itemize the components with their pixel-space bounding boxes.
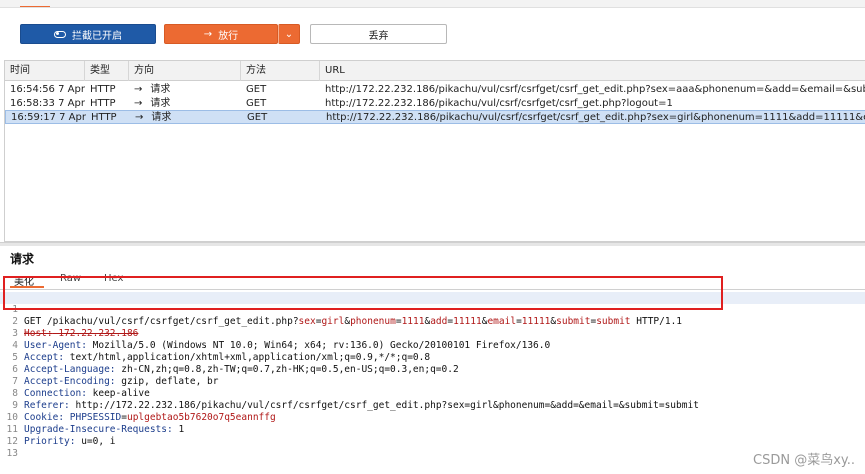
empty-line[interactable]: 13 <box>0 436 865 459</box>
row-url: http://172.22.232.186/pikachu/vul/csrf/c… <box>325 98 673 109</box>
column-header-url[interactable]: URL <box>320 61 865 81</box>
row-time: 16:54:56 7 Apr ... <box>10 84 85 95</box>
drop-button[interactable]: 丢弃 <box>310 24 447 44</box>
column-header-method[interactable]: 方法 <box>241 61 320 81</box>
row-direction: → 请求 <box>130 111 242 125</box>
chevron-down-icon: ⌄ <box>284 28 294 40</box>
column-header-type[interactable]: 类型 <box>85 61 129 81</box>
header-line[interactable]: 6 Accept-Encoding: gzip, deflate, br <box>0 352 865 387</box>
column-header-time[interactable]: 时间 <box>5 61 85 81</box>
active-tab-indicator <box>10 286 44 288</box>
tab-http-history[interactable] <box>90 0 120 7</box>
table-row[interactable]: 16:54:56 7 Apr ... HTTP → 请求 GET http://1… <box>5 83 865 97</box>
row-type: HTTP <box>91 112 117 123</box>
request-line[interactable]: 1 GET /pikachu/vul/csrf/csrfget/csrf_get… <box>0 292 865 327</box>
forward-label: 放行 <box>218 30 239 42</box>
empty-line[interactable]: 12 <box>0 424 865 447</box>
table-row[interactable]: 16:58:33 7 Apr ... HTTP → 请求 GET http://1… <box>5 97 865 111</box>
tab-hex[interactable]: Hex <box>104 273 123 284</box>
row-time: 16:58:33 7 Apr ... <box>10 98 85 109</box>
request-panel-title: 请求 <box>10 252 35 266</box>
header-line[interactable]: 11 Priority: u=0, i <box>0 412 865 447</box>
toggle-icon <box>54 30 66 38</box>
tab-intercept[interactable] <box>20 0 50 7</box>
row-type: HTTP <box>90 98 116 109</box>
header-line[interactable]: 8 Referer: http://172.22.232.186/pikachu… <box>0 376 865 411</box>
arrow-right-icon: → <box>203 28 213 40</box>
header-line[interactable]: 2 Host: 172.22.232.186 <box>0 304 865 339</box>
tab-raw[interactable]: Raw <box>60 273 81 284</box>
row-direction-label: 请求 <box>150 98 171 109</box>
tab-extra[interactable] <box>350 0 380 7</box>
row-method: GET <box>247 112 268 123</box>
forward-options-button[interactable]: ⌄ <box>278 24 300 44</box>
intercept-queue-table: 时间 类型 方向 方法 URL 16:54:56 7 Apr ... HTTP … <box>4 60 865 242</box>
row-url: http://172.22.232.186/pikachu/vul/csrf/c… <box>325 84 865 95</box>
column-header-direction[interactable]: 方向 <box>129 61 241 81</box>
row-direction: → 请求 <box>129 97 241 111</box>
row-direction-label: 请求 <box>151 112 172 123</box>
header-line[interactable]: 7 Connection: keep-alive <box>0 364 865 399</box>
row-type: HTTP <box>90 84 116 95</box>
row-direction: → 请求 <box>129 83 241 97</box>
row-direction-label: 请求 <box>150 84 171 95</box>
header-line[interactable]: 4 Accept: text/html,application/xhtml+xm… <box>0 328 865 363</box>
tab-proxy-settings[interactable] <box>300 0 330 7</box>
forward-button[interactable]: → 放行 <box>164 24 278 44</box>
request-editor[interactable]: 1 GET /pikachu/vul/csrf/csrfget/csrf_get… <box>0 289 865 474</box>
row-method: GET <box>246 84 267 95</box>
header-line[interactable]: 10 Upgrade-Insecure-Requests: 1 <box>0 400 865 435</box>
watermark: CSDN @菜鸟xy.. <box>753 453 855 468</box>
arrow-right-icon: → <box>135 112 144 123</box>
request-view-tabs: 美化 Raw Hex <box>0 270 865 288</box>
header-line[interactable]: 3 User-Agent: Mozilla/5.0 (Windows NT 10… <box>0 316 865 351</box>
row-url: http://172.22.232.186/pikachu/vul/csrf/c… <box>326 112 865 123</box>
tab-match-replace[interactable] <box>236 0 266 7</box>
panel-splitter[interactable] <box>0 242 865 246</box>
intercept-toggle-button[interactable]: 拦截已开启 <box>20 24 156 44</box>
header-line[interactable]: 9 Cookie: PHPSESSID=uplgebtao5b7620o7q5e… <box>0 388 865 423</box>
top-tab-strip <box>0 0 865 8</box>
arrow-right-icon: → <box>134 98 143 109</box>
header-line[interactable]: 5 Accept-Language: zh-CN,zh;q=0.8,zh-TW;… <box>0 340 865 375</box>
row-method: GET <box>246 98 267 109</box>
intercept-toolbar: 拦截已开启 → 放行 ⌄ 丢弃 <box>0 8 865 56</box>
row-time: 16:59:17 7 Apr ... <box>11 112 86 123</box>
table-header: 时间 类型 方向 方法 URL <box>5 61 865 81</box>
line-number: 13 <box>6 448 18 459</box>
drop-label: 丢弃 <box>368 30 389 42</box>
table-row-selected[interactable]: 16:59:17 7 Apr ... HTTP → 请求 GET http://1… <box>5 110 865 124</box>
tab-websockets-history[interactable] <box>160 0 190 7</box>
arrow-right-icon: → <box>134 84 143 95</box>
intercept-toggle-label: 拦截已开启 <box>72 30 122 42</box>
